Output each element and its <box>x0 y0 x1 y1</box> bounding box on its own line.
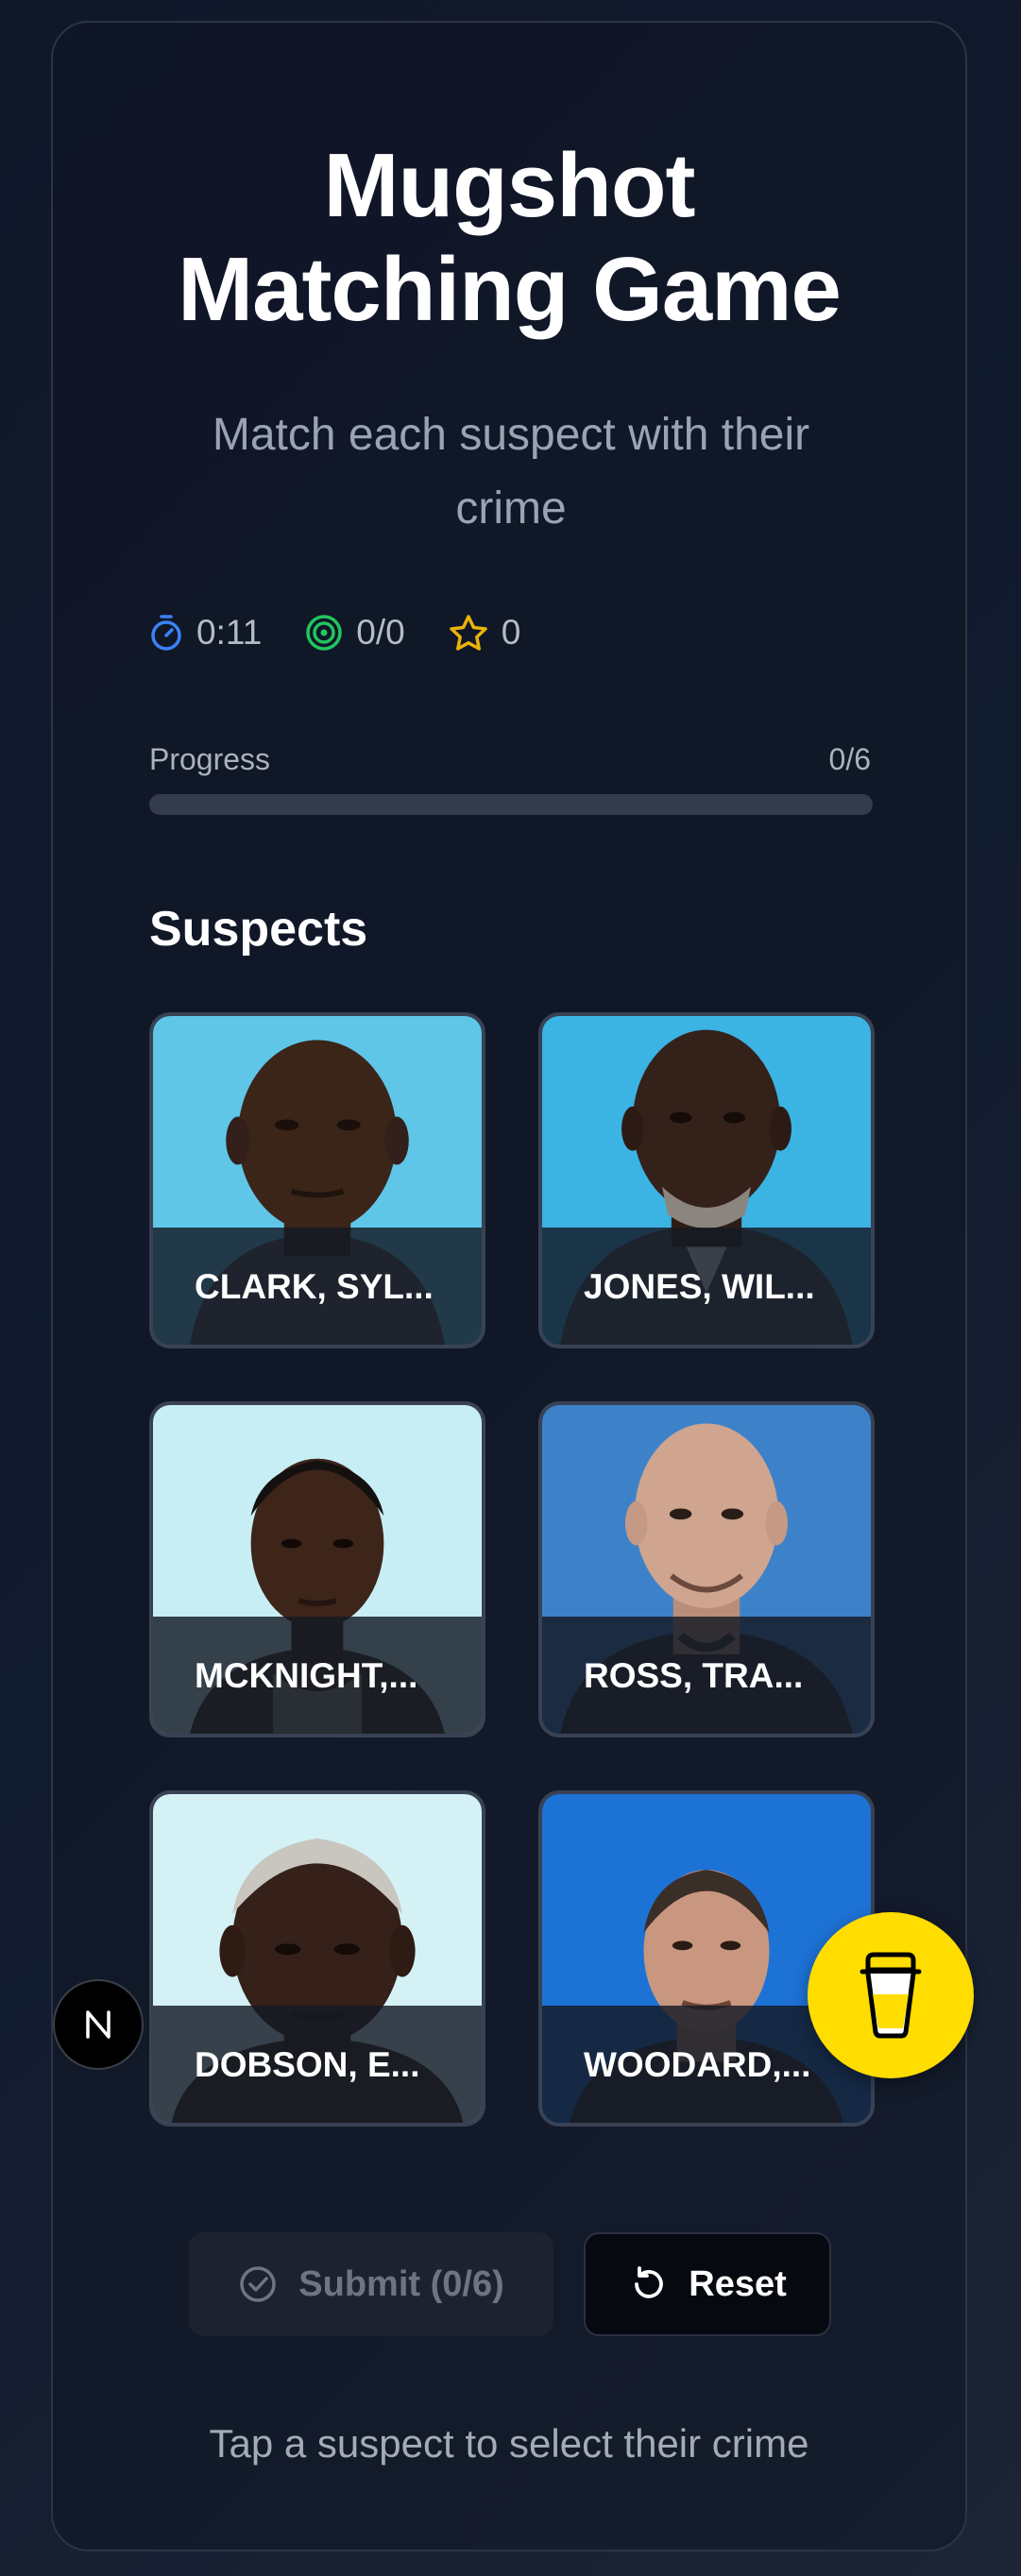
check-circle-icon <box>240 2266 277 2302</box>
suspect-card[interactable]: ROSS, TRA... <box>538 1401 875 1737</box>
timer-icon <box>151 615 181 651</box>
title-line-1: Mugshot <box>323 135 696 236</box>
reset-button[interactable]: Reset <box>584 2232 831 2336</box>
suspect-name: JONES, WIL... <box>584 1267 815 1306</box>
progress-bar <box>149 794 873 815</box>
reset-icon <box>635 2266 664 2298</box>
score-stat: 0 <box>449 613 521 652</box>
progress-label: Progress <box>149 742 271 776</box>
suspect-name: DOBSON, E... <box>195 2045 420 2084</box>
n-logo-icon <box>86 2010 111 2039</box>
star-icon <box>449 615 487 651</box>
suspect-name: MCKNIGHT,... <box>195 1656 418 1695</box>
submit-button[interactable]: Submit (0/6) <box>189 2232 553 2336</box>
page-subtitle: Match each suspect with their crime <box>212 410 810 534</box>
score-value: 0 <box>501 613 521 652</box>
coffee-cup-icon <box>859 1952 922 2039</box>
timer-value: 0:11 <box>196 613 263 652</box>
matches-stat: 0/0 <box>305 613 405 652</box>
matches-value: 0/0 <box>356 613 405 652</box>
suspect-card[interactable]: CLARK, SYL... <box>149 1012 485 1348</box>
suspect-name: WOODARD,... <box>584 2045 811 2084</box>
suspect-card[interactable]: MCKNIGHT,... <box>149 1401 485 1737</box>
timer-stat: 0:11 <box>149 613 262 652</box>
target-icon <box>306 615 343 651</box>
reset-label: Reset <box>689 2263 787 2304</box>
game-card: Mugshot Matching Game Match each suspect… <box>51 21 967 2551</box>
next-dev-indicator-icon[interactable] <box>53 1979 144 2070</box>
hint-text: Tap a suspect to select their crime <box>209 2421 809 2466</box>
progress-count: 0/6 <box>828 742 871 776</box>
stats-row: 0:11 0/0 0 <box>149 606 564 659</box>
suspect-card[interactable]: DOBSON, E... <box>149 1790 485 2127</box>
suspect-name: CLARK, SYL... <box>195 1267 434 1306</box>
page-title: Mugshot Matching Game <box>53 134 965 342</box>
suspect-name: ROSS, TRA... <box>584 1656 804 1695</box>
suspect-card[interactable]: JONES, WIL... <box>538 1012 875 1348</box>
title-line-2: Matching Game <box>178 239 842 340</box>
buy-me-a-coffee-button[interactable] <box>808 1912 974 2078</box>
section-title-suspects: Suspects <box>149 902 368 957</box>
submit-label: Submit (0/6) <box>298 2263 504 2304</box>
